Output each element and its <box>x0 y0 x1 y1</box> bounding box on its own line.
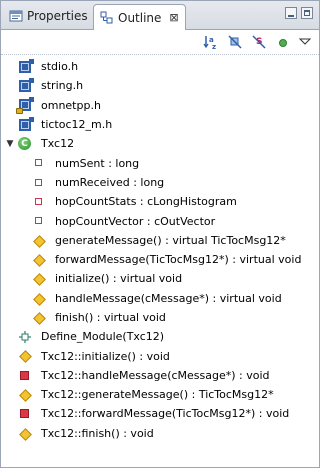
tree-item-define-module[interactable]: Define_Module(Txc12) <box>1 327 319 346</box>
tree-item-label: Txc12 <box>41 137 75 151</box>
tree-item-hopcountstats[interactable]: hopCountStats : cLongHistogram <box>1 192 319 211</box>
macro-icon <box>19 331 31 344</box>
tree-item-txc12-finish[interactable]: Txc12::finish() : void <box>1 424 319 443</box>
tree-item-txc12[interactable]: ▼ C Txc12 <box>1 134 319 153</box>
tree-item-numsent[interactable]: numSent : long <box>1 153 319 172</box>
tree-item-txc12-handlemessage[interactable]: Txc12::handleMessage(cMessage*) : void <box>1 366 319 385</box>
tree-item-label: forwardMessage(TicTocMsg12*) : virtual v… <box>55 253 302 267</box>
outline-toolbar: a z S <box>1 30 319 55</box>
tree-item-string[interactable]: string.h <box>1 76 319 95</box>
view-menu-icon[interactable] <box>297 34 313 50</box>
field-icon <box>35 198 42 206</box>
svg-text:z: z <box>212 43 216 50</box>
hide-nonpublic-icon[interactable] <box>275 34 291 50</box>
tree-item-label: initialize() : virtual void <box>55 272 183 286</box>
tree-item-label: generateMessage() : virtual TicTocMsg12* <box>55 233 286 247</box>
method-icon <box>33 311 46 325</box>
lock-icon <box>16 108 23 115</box>
field-icon <box>35 217 42 225</box>
minimize-button[interactable] <box>285 7 297 19</box>
hide-fields-icon[interactable] <box>227 34 243 50</box>
tree-item-label: hopCountVector : cOutVector <box>55 214 216 228</box>
tree-item-label: stdio.h <box>41 60 79 74</box>
tree-item-numreceived[interactable]: numReceived : long <box>1 173 319 192</box>
tab-properties[interactable]: Properties <box>3 4 94 28</box>
tree-item-forwardmessage[interactable]: forwardMessage(TicTocMsg12*) : virtual v… <box>1 250 319 269</box>
outline-view: Properties Outline ⊠ a z stdio.h string.… <box>0 0 320 468</box>
tree-item-tictoc12-m[interactable]: tictoc12_m.h <box>1 115 319 134</box>
tree-item-omnetpp[interactable]: omnetpp.h <box>1 96 319 115</box>
method-icon <box>19 427 32 441</box>
tree-item-label: Txc12::handleMessage(cMessage*) : void <box>41 368 270 382</box>
method-icon <box>33 254 46 267</box>
tree-item-hopcountvector[interactable]: hopCountVector : cOutVector <box>1 211 319 230</box>
tree-item-label: hopCountStats : cLongHistogram <box>55 195 237 209</box>
tree-item-label: string.h <box>41 79 84 93</box>
tab-bar: Properties Outline ⊠ <box>1 1 319 30</box>
header-icon <box>19 116 34 131</box>
tab-properties-label: Properties <box>27 9 88 23</box>
method-icon <box>33 273 46 287</box>
tree-item-label: Txc12::generateMessage() : TicTocMsg12* <box>41 388 274 402</box>
tree-item-label: Define_Module(Txc12) <box>41 330 165 344</box>
method-icon <box>33 234 46 248</box>
tree-item-initialize[interactable]: initialize() : virtual void <box>1 269 319 288</box>
tree-item-txc12-initialize[interactable]: Txc12::initialize() : void <box>1 346 319 365</box>
method-icon <box>19 389 32 402</box>
tree-item-label: numReceived : long <box>55 175 165 189</box>
method-icon <box>19 350 32 364</box>
tree-item-label: numSent : long <box>55 156 140 170</box>
chevron-down-icon[interactable]: ▼ <box>5 139 15 149</box>
class-icon: C <box>18 137 31 151</box>
tree-item-finish[interactable]: finish() : virtual void <box>1 308 319 327</box>
maximize-button[interactable] <box>301 7 313 19</box>
tree-item-label: Txc12::finish() : void <box>41 426 154 440</box>
tab-outline[interactable]: Outline ⊠ <box>93 4 186 30</box>
properties-icon <box>9 10 23 22</box>
outline-tree: stdio.h string.h omnetpp.h tictoc12_m.h … <box>1 57 319 443</box>
header-icon <box>19 77 34 92</box>
tree-item-stdio[interactable]: stdio.h <box>1 57 319 76</box>
tree-item-txc12-forwardmessage[interactable]: Txc12::forwardMessage(TicTocMsg12*) : vo… <box>1 404 319 423</box>
tree-item-label: tictoc12_m.h <box>41 118 113 132</box>
tree-item-txc12-generatemessage[interactable]: Txc12::generateMessage() : TicTocMsg12* <box>1 385 319 404</box>
sort-az-icon[interactable]: a z <box>203 34 219 50</box>
tree-item-label: handleMessage(cMessage*) : virtual void <box>55 291 282 305</box>
tree-item-label: finish() : virtual void <box>55 311 166 324</box>
hide-static-icon[interactable]: S <box>251 34 267 50</box>
tree-item-label: omnetpp.h <box>41 98 101 112</box>
tree-item-label: Txc12::initialize() : void <box>41 349 170 363</box>
header-locked-icon <box>16 97 34 115</box>
method-icon <box>33 292 46 306</box>
tree-item-handlemessage[interactable]: handleMessage(cMessage*) : virtual void <box>1 289 319 308</box>
method-private-icon <box>20 370 29 380</box>
field-icon <box>35 159 42 167</box>
header-icon <box>19 58 34 73</box>
method-private-icon <box>20 409 29 419</box>
field-icon <box>35 178 42 186</box>
tree-item-label: Txc12::forwardMessage(TicTocMsg12*) : vo… <box>41 407 290 421</box>
tree-item-generatemessage[interactable]: generateMessage() : virtual TicTocMsg12* <box>1 231 319 250</box>
outline-icon <box>100 11 113 23</box>
tab-outline-label: Outline <box>118 10 162 25</box>
close-icon[interactable]: ⊠ <box>169 11 178 24</box>
